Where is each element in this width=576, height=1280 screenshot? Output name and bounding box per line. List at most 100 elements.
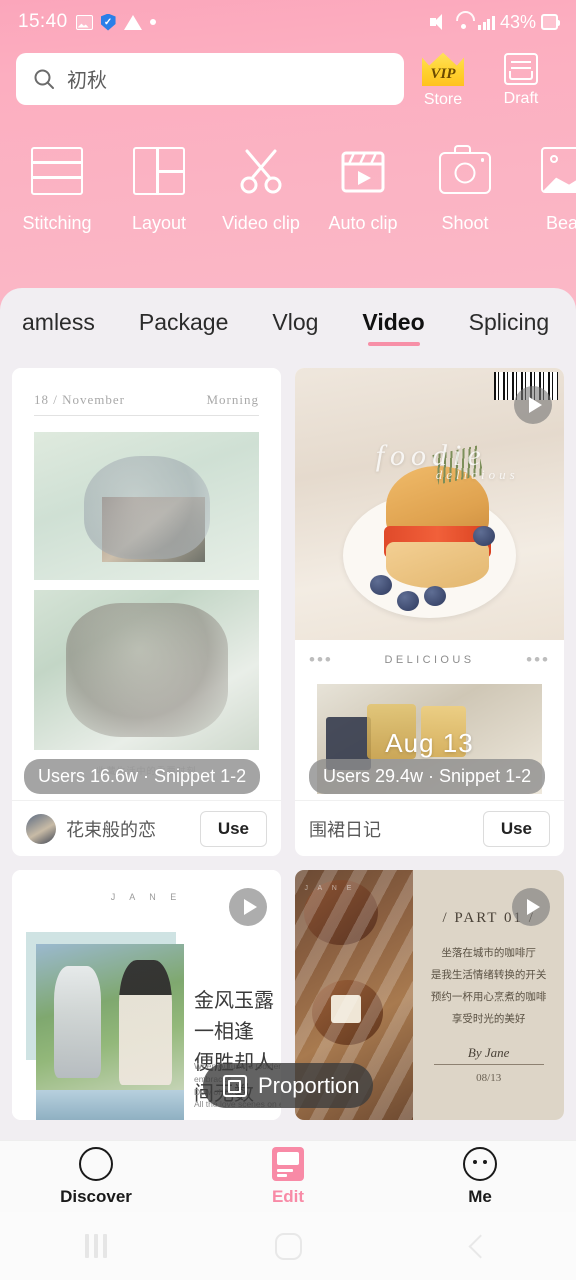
divider bbox=[34, 415, 259, 416]
tool-shoot[interactable]: Shoot bbox=[414, 145, 516, 234]
card-date: 08/13 bbox=[476, 1072, 502, 1085]
grid-row: 18 / November Morning 收藏生活中的重要时刻 Users 1… bbox=[12, 368, 564, 856]
overlay-date: Aug 13 bbox=[385, 728, 474, 758]
tool-label: Stitching bbox=[22, 213, 92, 233]
compass-icon bbox=[79, 1146, 113, 1181]
search-input[interactable]: 初秋 bbox=[16, 52, 404, 105]
vip-badge-text: VIP bbox=[430, 66, 456, 82]
battery-icon bbox=[541, 14, 560, 30]
recents-icon bbox=[85, 1234, 107, 1258]
image-icon bbox=[75, 14, 93, 30]
tool-label: Shoot bbox=[441, 213, 489, 233]
card-time: Morning bbox=[206, 392, 259, 407]
edit-screen-icon bbox=[272, 1146, 304, 1181]
tool-layout[interactable]: Layout bbox=[108, 147, 210, 234]
play-icon[interactable] bbox=[514, 386, 552, 424]
preview-photo bbox=[34, 432, 259, 580]
dots-left-icon: ••• bbox=[309, 650, 333, 669]
layout-icon bbox=[133, 147, 185, 199]
dot-icon bbox=[149, 19, 156, 25]
store-button[interactable]: VIP Store bbox=[404, 48, 482, 109]
status-time: 15:40 bbox=[18, 11, 68, 32]
tool-shortcuts: Stitching Layout Video clip Auto clip Sh… bbox=[0, 145, 576, 234]
body-line: 坐落在城市的咖啡厅 bbox=[441, 948, 536, 959]
back-chevron-icon bbox=[467, 1233, 493, 1259]
pink-header: 15:40 43% 初秋 bbox=[0, 0, 576, 310]
draft-label: Draft bbox=[503, 90, 539, 107]
recents-button[interactable] bbox=[0, 1234, 192, 1258]
tab-label: Splicing bbox=[468, 309, 550, 335]
tab-label: Video bbox=[362, 309, 425, 335]
proportion-toast: Proportion bbox=[203, 1063, 373, 1108]
template-card[interactable]: 18 / November Morning 收藏生活中的重要时刻 Users 1… bbox=[12, 368, 281, 856]
tool-video-clip[interactable]: Video clip bbox=[210, 147, 312, 234]
back-button[interactable] bbox=[384, 1233, 576, 1259]
use-button[interactable]: Use bbox=[199, 810, 267, 847]
play-icon[interactable] bbox=[229, 888, 267, 926]
store-label: Store bbox=[423, 91, 463, 108]
tab-video[interactable]: Video bbox=[340, 309, 446, 350]
tab-splicing[interactable]: Splicing bbox=[447, 309, 572, 350]
card-footer: 围裙日记 Use bbox=[295, 800, 564, 856]
card-section-row: ••• DELICIOUS ••• bbox=[295, 640, 564, 672]
mute-icon bbox=[430, 14, 449, 30]
preview-photo bbox=[36, 944, 184, 1104]
card-footer: 花束般的恋 Use bbox=[12, 800, 281, 856]
tab-label: Package bbox=[138, 309, 229, 335]
android-nav-bar[interactable] bbox=[0, 1212, 576, 1280]
dots-right-icon: ••• bbox=[526, 650, 550, 669]
tab-package[interactable]: Package bbox=[117, 309, 251, 350]
bottom-nav[interactable]: Discover Edit Me bbox=[0, 1140, 576, 1212]
card-preview: 18 / November Morning 收藏生活中的重要时刻 bbox=[12, 368, 281, 800]
use-button[interactable]: Use bbox=[482, 810, 550, 847]
card-date-row: 18 / November Morning bbox=[34, 392, 259, 415]
status-bar-left: 15:40 bbox=[18, 11, 156, 33]
photo-icon bbox=[541, 147, 576, 199]
nav-item-discover[interactable]: Discover bbox=[0, 1146, 192, 1207]
toast-label: Proportion bbox=[258, 1072, 360, 1098]
tool-label: Beau bbox=[545, 213, 576, 233]
photo-label: J A N E bbox=[304, 885, 356, 892]
nav-item-me[interactable]: Me bbox=[384, 1146, 576, 1207]
stitching-icon bbox=[31, 147, 83, 199]
script-overlay: foodie delicious bbox=[376, 439, 519, 483]
body-line: 是我生活情绪转换的开关 bbox=[430, 970, 547, 982]
preview-photo bbox=[36, 1090, 184, 1120]
tool-label: Layout bbox=[131, 213, 187, 233]
tool-auto-clip[interactable]: Auto clip bbox=[312, 147, 414, 234]
preview-photo bbox=[34, 590, 259, 750]
tool-stitching[interactable]: Stitching bbox=[6, 147, 108, 234]
film-play-icon bbox=[337, 147, 389, 199]
status-badge: Users 16.6w · Snippet 1-2 bbox=[24, 759, 261, 794]
tool-label: Auto clip bbox=[328, 213, 398, 233]
tab-cover[interactable]: Cover bbox=[571, 309, 576, 350]
category-tabs[interactable]: amless Package Vlog Video Splicing Cover… bbox=[0, 288, 576, 350]
draft-button[interactable]: Draft bbox=[482, 49, 560, 108]
section-label: DELICIOUS bbox=[384, 654, 475, 666]
search-icon bbox=[34, 69, 54, 89]
body-text: 坐落在城市的咖啡厅 是我生活情绪转换的开关 预约一杯用心烹煮的咖啡 享受时光的美… bbox=[413, 943, 564, 1031]
preview-photo: foodie delicious bbox=[295, 368, 564, 640]
template-grid[interactable]: 18 / November Morning 收藏生活中的重要时刻 Users 1… bbox=[0, 360, 576, 1140]
camera-icon bbox=[439, 145, 491, 199]
nav-item-edit[interactable]: Edit bbox=[192, 1146, 384, 1207]
signature: By Jane bbox=[433, 1045, 544, 1066]
play-icon[interactable] bbox=[512, 888, 550, 926]
nav-label: Discover bbox=[60, 1186, 132, 1206]
tab-label: Vlog bbox=[272, 309, 319, 335]
scissors-icon bbox=[235, 147, 287, 199]
tab-vlog[interactable]: Vlog bbox=[250, 309, 340, 350]
body-line: 享受时光的美好 bbox=[451, 1014, 526, 1026]
template-card[interactable]: foodie delicious ••• DELICIOUS ••• Aug 1… bbox=[295, 368, 564, 856]
body-line: 预约一杯用心烹煮的咖啡 bbox=[430, 992, 547, 1004]
home-button[interactable] bbox=[192, 1232, 384, 1260]
warning-icon bbox=[123, 14, 142, 30]
status-bar: 15:40 43% bbox=[0, 0, 576, 44]
vip-crown-icon: VIP bbox=[422, 52, 464, 86]
avatar bbox=[26, 813, 56, 844]
template-name: 花束般的恋 bbox=[66, 819, 156, 840]
tool-beautify[interactable]: Beau bbox=[516, 147, 576, 234]
search-row: 初秋 VIP Store Draft bbox=[0, 48, 576, 109]
tab-seamless[interactable]: amless bbox=[0, 309, 117, 350]
tool-label: Video clip bbox=[222, 213, 300, 233]
